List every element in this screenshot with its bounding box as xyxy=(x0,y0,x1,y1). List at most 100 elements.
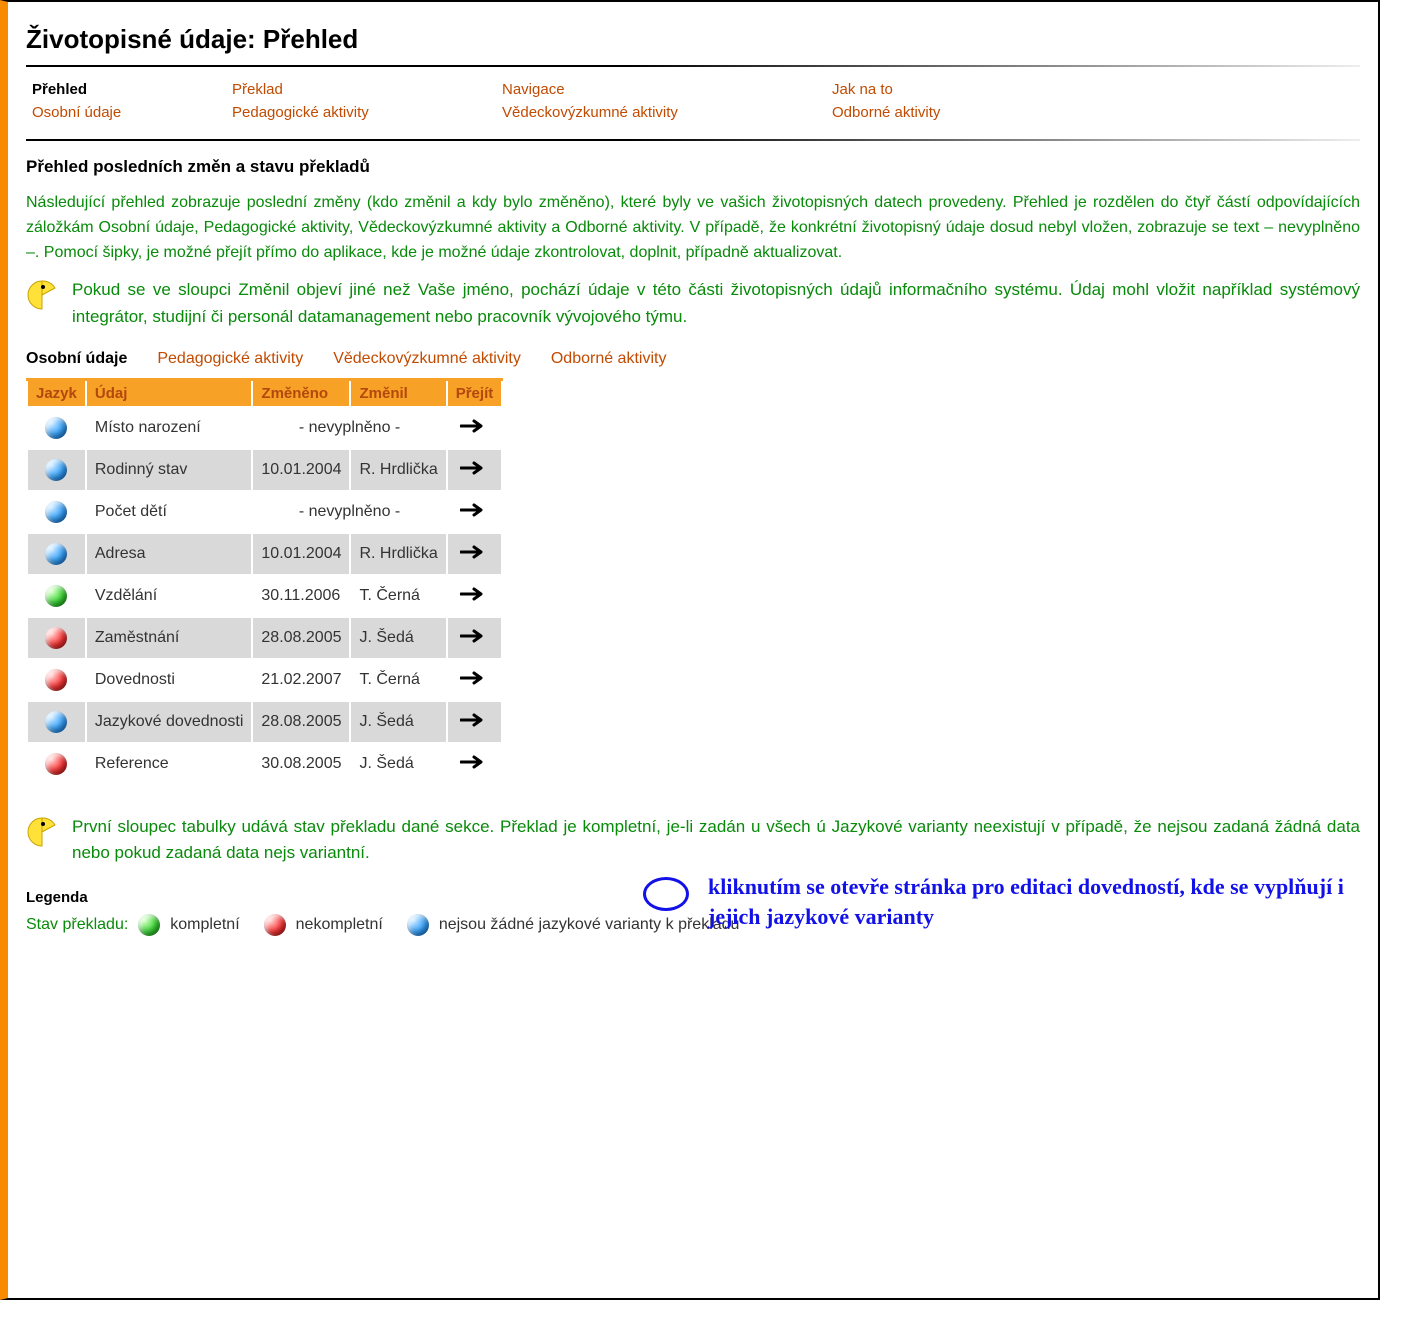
cell-zmenil[interactable]: R. Hrdlička xyxy=(350,449,446,491)
pacman-icon xyxy=(26,816,58,852)
cell-udaj: Rodinný stav xyxy=(86,449,253,491)
section-title: Přehled posledních změn a stavu překladů xyxy=(26,157,1360,177)
cell-zmeneno: 10.01.2004 xyxy=(252,449,350,491)
cell-udaj: Místo narození xyxy=(86,407,253,449)
cell-zmeneno: 21.02.2007 xyxy=(252,659,350,701)
arrow-right-icon xyxy=(460,588,488,605)
go-arrow[interactable] xyxy=(447,617,503,659)
cell-zmenil[interactable]: T. Černá xyxy=(350,575,446,617)
go-arrow[interactable] xyxy=(447,575,503,617)
cell-udaj: Zaměstnání xyxy=(86,617,253,659)
nav-item[interactable]: Jak na to xyxy=(832,81,1360,98)
cell-zmenil[interactable]: J. Šedá xyxy=(350,701,446,743)
legend-item-text: nekompletní xyxy=(296,916,383,934)
go-arrow[interactable] xyxy=(447,449,503,491)
tip-text-2: První sloupec tabulky udává stav překlad… xyxy=(72,814,1360,867)
status-ball-icon xyxy=(45,501,67,523)
intro-paragraph: Následující přehled zobrazuje poslední z… xyxy=(26,191,1360,265)
status-ball-icon xyxy=(45,753,67,775)
arrow-right-icon xyxy=(460,714,488,731)
top-nav: PřehledPřekladNavigaceJak na to Osobní úd… xyxy=(32,81,1360,121)
cell-udaj: Vzdělání xyxy=(86,575,253,617)
table-row: Vzdělání30.11.2006T. Černá xyxy=(27,575,502,617)
go-arrow[interactable] xyxy=(447,533,503,575)
cell-zmeneno: 30.11.2006 xyxy=(252,575,350,617)
status-ball-icon xyxy=(45,459,67,481)
legend-item-text: kompletní xyxy=(170,916,239,934)
legend-item-text: nejsou žádné jazykové varianty k překlad… xyxy=(439,916,740,934)
cell-udaj: Dovednosti xyxy=(86,659,253,701)
cell-udaj: Adresa xyxy=(86,533,253,575)
cell-zmenil[interactable]: T. Černá xyxy=(350,659,446,701)
legend-ball-icon xyxy=(138,914,160,936)
cell-zmeneno: 28.08.2005 xyxy=(252,617,350,659)
sub-tab[interactable]: Odborné aktivity xyxy=(551,350,667,368)
cell-udaj: Počet dětí xyxy=(86,491,253,533)
legend-label: Stav překladu: xyxy=(26,916,128,934)
cell-zmeneno: 28.08.2005 xyxy=(252,701,350,743)
annotation-circle xyxy=(643,877,689,911)
status-ball-icon xyxy=(45,711,67,733)
nav-item[interactable]: Překlad xyxy=(232,81,502,98)
cell-zmeneno: 10.01.2004 xyxy=(252,533,350,575)
go-arrow[interactable] xyxy=(447,701,503,743)
nav-item[interactable]: Navigace xyxy=(502,81,832,98)
cell-zmenil[interactable]: J. Šedá xyxy=(350,617,446,659)
nav-item[interactable]: Přehled xyxy=(32,81,232,98)
table-header: Změněno xyxy=(252,380,350,408)
cell-nevyplneno: - nevyplněno - xyxy=(252,407,446,449)
go-arrow[interactable] xyxy=(447,491,503,533)
pacman-icon xyxy=(26,279,58,315)
table-header: Jazyk xyxy=(27,380,86,408)
status-ball-icon xyxy=(45,669,67,691)
cell-zmenil[interactable]: J. Šedá xyxy=(350,743,446,785)
divider xyxy=(26,139,1360,141)
table-header: Přejít xyxy=(447,380,503,408)
arrow-right-icon xyxy=(460,462,488,479)
cell-udaj: Jazykové dovednosti xyxy=(86,701,253,743)
table-header: Změnil xyxy=(350,380,446,408)
status-ball-icon xyxy=(45,585,67,607)
sub-tabs: Osobní údaje Pedagogické aktivity Vědeckov… xyxy=(26,350,1360,368)
tip-text-1: Pokud se ve sloupci Změnil objeví jiné n… xyxy=(72,277,1360,330)
status-ball-icon xyxy=(45,627,67,649)
status-ball-icon xyxy=(45,543,67,565)
sub-tab[interactable]: Osobní údaje xyxy=(26,350,127,368)
nav-item[interactable]: Pedagogické aktivity xyxy=(232,104,502,121)
cell-zmenil[interactable]: R. Hrdlička xyxy=(350,533,446,575)
page-title: Životopisné údaje: Přehled xyxy=(26,24,1360,55)
table-row: Adresa10.01.2004R. Hrdlička xyxy=(27,533,502,575)
tip-note-1: Pokud se ve sloupci Změnil objeví jiné n… xyxy=(26,277,1360,330)
arrow-right-icon xyxy=(460,546,488,563)
arrow-right-icon xyxy=(460,420,488,437)
arrow-right-icon xyxy=(460,504,488,521)
nav-item[interactable]: Vědeckovýzkumné aktivity xyxy=(502,104,832,121)
legend-ball-icon xyxy=(407,914,429,936)
status-ball-icon xyxy=(45,417,67,439)
table-row: Zaměstnání28.08.2005J. Šedá xyxy=(27,617,502,659)
arrow-right-icon xyxy=(460,672,488,689)
go-arrow[interactable] xyxy=(447,743,503,785)
go-arrow[interactable] xyxy=(447,659,503,701)
table-row: Počet dětí- nevyplněno - xyxy=(27,491,502,533)
data-table: JazykÚdajZměněnoZměnilPřejít Místo naroz… xyxy=(26,378,503,786)
table-row: Jazykové dovednosti28.08.2005J. Šedá xyxy=(27,701,502,743)
cell-udaj: Reference xyxy=(86,743,253,785)
cell-nevyplneno: - nevyplněno - xyxy=(252,491,446,533)
go-arrow[interactable] xyxy=(447,407,503,449)
nav-item[interactable]: Osobní údaje xyxy=(32,104,232,121)
sub-tab[interactable]: Vědeckovýzkumné aktivity xyxy=(333,350,521,368)
table-row: Dovednosti21.02.2007T. Černá xyxy=(27,659,502,701)
nav-item[interactable]: Odborné aktivity xyxy=(832,104,1360,121)
annotation-text: kliknutím se otevře stránka pro editaci … xyxy=(708,872,1348,931)
sub-tab[interactable]: Pedagogické aktivity xyxy=(157,350,303,368)
arrow-right-icon xyxy=(460,630,488,647)
divider xyxy=(26,65,1360,67)
table-row: Reference30.08.2005J. Šedá xyxy=(27,743,502,785)
table-header: Údaj xyxy=(86,380,253,408)
cell-zmeneno: 30.08.2005 xyxy=(252,743,350,785)
tip-note-2: První sloupec tabulky udává stav překlad… xyxy=(26,814,1360,867)
table-row: Místo narození- nevyplněno - xyxy=(27,407,502,449)
legend-ball-icon xyxy=(264,914,286,936)
arrow-right-icon xyxy=(460,756,488,773)
